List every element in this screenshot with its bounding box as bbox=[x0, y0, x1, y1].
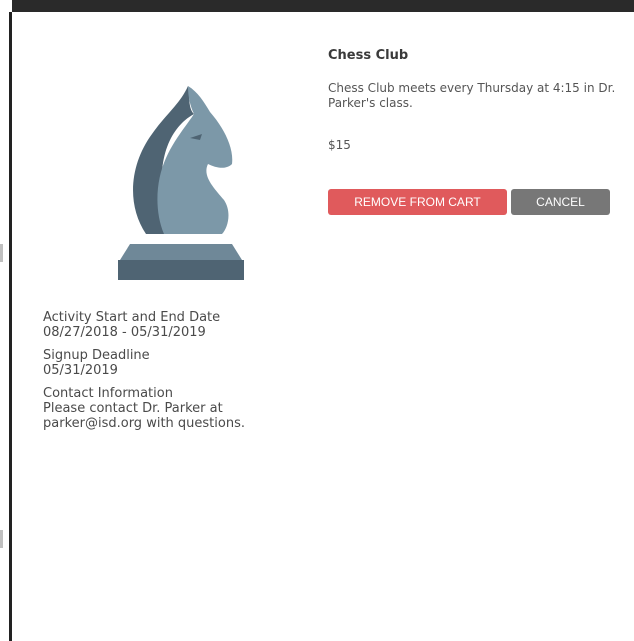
deadline-label: Signup Deadline bbox=[43, 348, 150, 363]
activity-price: $15 bbox=[328, 138, 351, 152]
backdrop-marker bbox=[0, 530, 3, 548]
activity-detail-modal: Activity Start and End Date 08/27/2018 -… bbox=[12, 12, 634, 641]
backdrop-top-edge bbox=[0, 0, 634, 12]
activity-title: Chess Club bbox=[328, 48, 409, 63]
dates-label: Activity Start and End Date bbox=[43, 310, 221, 325]
remove-from-cart-button[interactable]: REMOVE FROM CART bbox=[328, 189, 507, 215]
chess-knight-icon bbox=[118, 86, 244, 280]
backdrop-marker bbox=[0, 244, 3, 262]
deadline-value: 05/31/2019 bbox=[43, 363, 118, 378]
activity-details: Activity Start and End Date 08/27/2018 -… bbox=[43, 310, 283, 439]
dates-value: 08/27/2018 - 05/31/2019 bbox=[43, 325, 206, 340]
activity-description: Chess Club meets every Thursday at 4:15 … bbox=[328, 81, 616, 110]
contact-label: Contact Information bbox=[43, 386, 173, 401]
activity-dates: Activity Start and End Date 08/27/2018 -… bbox=[43, 310, 283, 340]
contact-information: Contact Information Please contact Dr. P… bbox=[43, 386, 283, 431]
signup-deadline: Signup Deadline 05/31/2019 bbox=[43, 348, 283, 378]
contact-value: Please contact Dr. Parker at parker@isd.… bbox=[43, 401, 245, 431]
cancel-button[interactable]: CANCEL bbox=[511, 189, 610, 215]
